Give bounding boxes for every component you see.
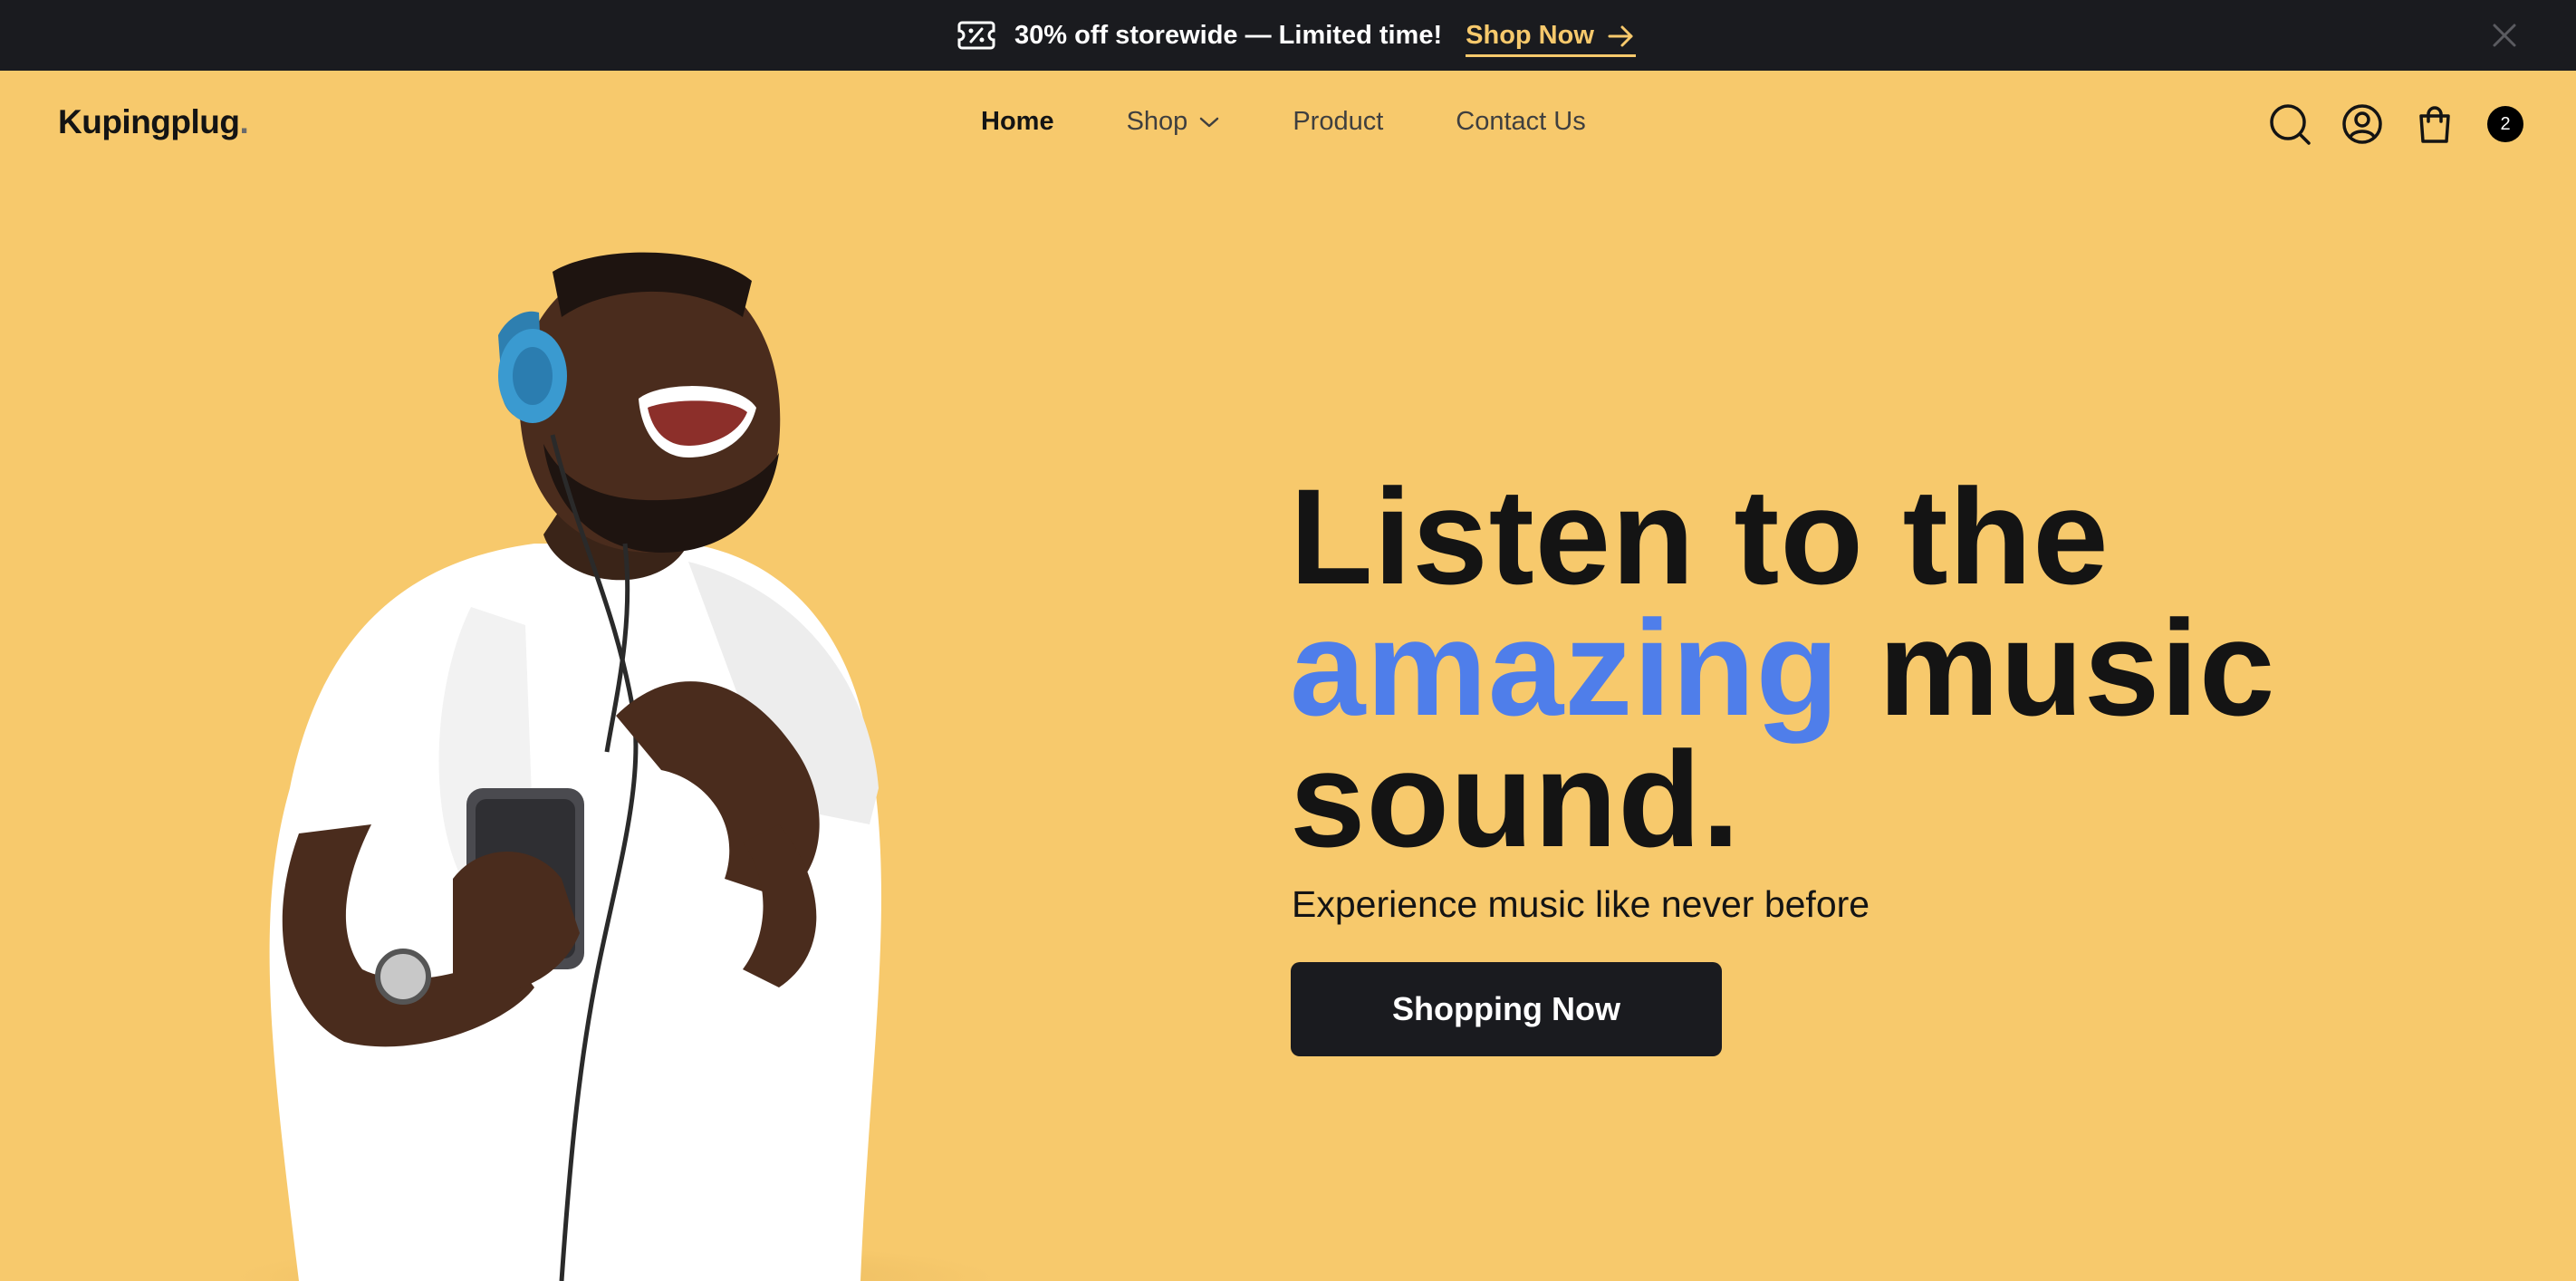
shopping-now-label: Shopping Now [1392, 990, 1620, 1027]
headline-line-2-rest: music [1878, 592, 2276, 744]
header-actions: 2 [2268, 102, 2523, 146]
user-icon[interactable] [2341, 102, 2384, 146]
nav-product[interactable]: Product [1293, 107, 1383, 137]
shop-now-link[interactable]: Shop Now [1466, 21, 1636, 57]
nav-product-label: Product [1293, 107, 1384, 136]
nav-home[interactable]: Home [981, 107, 1054, 137]
chevron-down-icon [1200, 117, 1219, 127]
main-nav: Home Shop Product Contact Us [981, 107, 1586, 137]
cart-count-badge[interactable]: 2 [2487, 106, 2523, 142]
shopping-bag-icon[interactable] [2413, 102, 2456, 146]
brand-logo[interactable]: Kupingplug. [58, 103, 249, 141]
shopping-now-button[interactable]: Shopping Now [1291, 962, 1722, 1056]
nav-shop-label: Shop [1126, 107, 1188, 136]
headline-line-3: sound. [1290, 723, 1741, 875]
logo-text: Kupingplug [58, 103, 240, 140]
hero-subtitle: Experience music like never before [1292, 883, 1870, 925]
announcement-content: 30% off storewide — Limited time! Shop N… [956, 0, 1636, 71]
announcement-bar: 30% off storewide — Limited time! Shop N… [0, 0, 2576, 71]
nav-contact-label: Contact Us [1456, 107, 1586, 136]
headline-line-2: amazing music [1290, 600, 2275, 736]
shop-now-label: Shop Now [1466, 21, 1594, 50]
hero-headline: Listen to the amazing music sound. [1290, 460, 2275, 875]
nav-home-label: Home [981, 107, 1054, 136]
logo-dot: . [239, 103, 249, 140]
arrow-right-icon [1608, 25, 1633, 46]
nav-contact[interactable]: Contact Us [1456, 107, 1585, 137]
search-icon[interactable] [2268, 102, 2312, 146]
nav-shop[interactable]: Shop [1127, 107, 1221, 137]
headline-line-1: Listen to the [1290, 460, 2110, 612]
discount-ticket-icon [957, 21, 995, 50]
close-icon[interactable] [2491, 22, 2518, 49]
headline-accent-word: amazing [1290, 592, 1841, 744]
hero-image-man-with-headphones [235, 252, 996, 1281]
announcement-text: 30% off storewide — Limited time! [1014, 20, 1443, 50]
